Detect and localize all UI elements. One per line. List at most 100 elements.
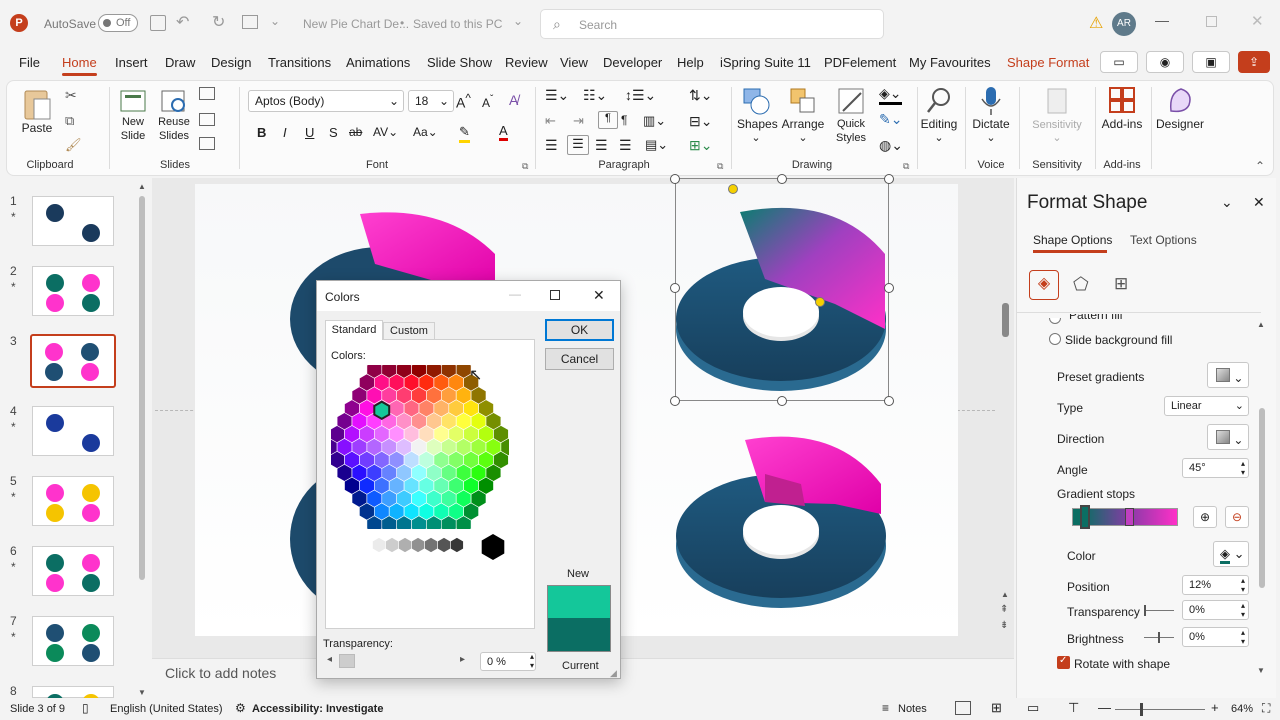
tab-my-favourites[interactable]: My Favourites bbox=[909, 55, 991, 70]
decrease-indent-icon[interactable]: ⇤ bbox=[545, 113, 556, 129]
zoom-slider[interactable] bbox=[1115, 703, 1205, 716]
zoom-slider-thumb[interactable] bbox=[1140, 703, 1143, 716]
tab-help[interactable]: Help bbox=[677, 55, 704, 70]
tab-slide-show[interactable]: Slide Show bbox=[427, 55, 492, 70]
customize-toolbar-icon[interactable]: ⌄ bbox=[270, 14, 280, 28]
scroll-up-icon[interactable]: ▲ bbox=[138, 182, 146, 191]
tab-ispring[interactable]: iSpring Suite 11 bbox=[720, 55, 811, 70]
sensitivity-button[interactable]: Sensitivity ⌄ bbox=[1025, 85, 1089, 144]
scroll-thumb[interactable] bbox=[139, 196, 145, 580]
slide-thumbnail[interactable] bbox=[32, 546, 114, 596]
shadow-icon[interactable]: S bbox=[329, 125, 338, 140]
zoom-out-icon[interactable]: — bbox=[1098, 700, 1111, 715]
slide-thumbnail[interactable] bbox=[32, 686, 114, 720]
clear-formatting-icon[interactable]: A̸ bbox=[509, 92, 518, 108]
copy-icon[interactable]: ⧉ bbox=[65, 113, 74, 129]
selection-box[interactable] bbox=[675, 178, 889, 401]
canvas-scrollbar-thumb[interactable] bbox=[1002, 303, 1009, 337]
adjust-handle[interactable] bbox=[815, 297, 825, 307]
redo-icon[interactable]: ↻ bbox=[212, 12, 225, 32]
slide-background-fill-radio[interactable] bbox=[1049, 333, 1061, 345]
panel-close-icon[interactable]: ✕ bbox=[1253, 194, 1265, 211]
slide-thumbnail[interactable] bbox=[30, 334, 116, 388]
scroll-up-icon[interactable]: ▲ bbox=[1257, 320, 1265, 329]
arrange-button[interactable]: Arrange ⌄ bbox=[781, 85, 825, 144]
transparency-slider[interactable] bbox=[337, 654, 463, 668]
collapse-ribbon-icon[interactable]: ⌃ bbox=[1255, 159, 1265, 173]
justify-icon[interactable]: ☰ bbox=[619, 137, 632, 154]
resize-handle[interactable] bbox=[670, 396, 680, 406]
gray-swatch[interactable] bbox=[372, 537, 386, 553]
panel-options-chevron-icon[interactable]: ⌄ bbox=[1221, 194, 1233, 211]
rotate-with-shape-checkbox[interactable]: ✓ bbox=[1057, 655, 1070, 669]
tab-pdfelement[interactable]: PDFelement bbox=[824, 55, 896, 70]
tab-design[interactable]: Design bbox=[211, 55, 251, 70]
editing-button[interactable]: Editing ⌄ bbox=[919, 85, 959, 144]
angle-input[interactable]: 45° ▴ ▾ bbox=[1182, 458, 1249, 478]
shape-fill-icon[interactable]: ◈⌄ bbox=[879, 85, 902, 105]
color-hexagon-wheel[interactable] bbox=[331, 365, 509, 529]
slide-thumbnail[interactable] bbox=[32, 406, 114, 456]
tab-standard[interactable]: Standard bbox=[325, 320, 383, 340]
ok-button[interactable]: OK bbox=[545, 319, 614, 341]
notes-button[interactable]: Notes bbox=[898, 703, 927, 715]
resize-grip-icon[interactable]: ◢ bbox=[610, 668, 617, 679]
tab-insert[interactable]: Insert bbox=[115, 55, 148, 70]
paste-button[interactable]: Paste bbox=[17, 87, 57, 135]
align-right-icon[interactable]: ☰ bbox=[595, 137, 608, 154]
resize-handle[interactable] bbox=[670, 283, 680, 293]
cancel-button[interactable]: Cancel bbox=[545, 348, 614, 370]
slide-thumbnail[interactable] bbox=[32, 616, 114, 666]
italic-icon[interactable]: I bbox=[283, 125, 287, 140]
tab-text-options[interactable]: Text Options bbox=[1130, 233, 1197, 247]
smartart-icon[interactable]: ⊞⌄ bbox=[689, 137, 712, 154]
size-properties-icon[interactable]: ⊞ bbox=[1114, 274, 1128, 294]
gray-swatch[interactable] bbox=[411, 537, 425, 553]
numbering-icon[interactable]: ☷⌄ bbox=[583, 87, 607, 104]
tab-home[interactable]: Home bbox=[62, 55, 97, 76]
resize-handle[interactable] bbox=[884, 174, 894, 184]
shape-effects-icon[interactable]: ◍⌄ bbox=[879, 137, 903, 154]
font-dialog-launcher-icon[interactable]: ⧉ bbox=[522, 161, 528, 172]
shape-outline-icon[interactable]: ✎⌄ bbox=[879, 111, 902, 128]
selected-color-marker[interactable] bbox=[373, 400, 391, 421]
slide-thumbnail[interactable] bbox=[32, 476, 114, 526]
resize-handle[interactable] bbox=[884, 396, 894, 406]
dialog-minimize-icon[interactable]: — bbox=[509, 287, 521, 301]
quick-styles-button[interactable]: Quick Styles bbox=[829, 85, 873, 145]
language[interactable]: English (United States) bbox=[110, 703, 223, 715]
reading-view-icon[interactable]: ▭ bbox=[1027, 700, 1039, 716]
add-gradient-stop-icon[interactable]: ⊕ bbox=[1193, 506, 1217, 528]
resize-handle[interactable] bbox=[884, 283, 894, 293]
next-slide-icon[interactable]: ⇟ bbox=[1000, 620, 1008, 631]
resize-handle[interactable] bbox=[777, 174, 787, 184]
preset-gradients-button[interactable]: ⌄ bbox=[1207, 362, 1249, 388]
tab-transitions[interactable]: Transitions bbox=[268, 55, 331, 70]
gray-swatch[interactable] bbox=[398, 537, 412, 553]
increase-font-icon[interactable]: A^ bbox=[456, 92, 471, 111]
font-size-select[interactable]: 18 ⌄ bbox=[408, 90, 454, 112]
format-painter-icon[interactable]: 🖌 bbox=[65, 137, 82, 153]
thumbnail-scrollbar[interactable]: ▲ ▼ bbox=[138, 182, 146, 697]
paragraph-dialog-launcher-icon[interactable]: ⧉ bbox=[717, 161, 723, 172]
line-spacing-icon[interactable]: ↕☰⌄ bbox=[625, 87, 656, 104]
gray-swatch[interactable] bbox=[424, 537, 438, 553]
align-text-icon[interactable]: ⊟⌄ bbox=[689, 113, 712, 130]
bold-icon[interactable]: B bbox=[257, 125, 266, 140]
transparency-value-input[interactable]: 0 % ▴ ▾ bbox=[480, 652, 536, 671]
gray-swatch[interactable] bbox=[450, 537, 464, 553]
increase-indent-icon[interactable]: ⇥ bbox=[573, 113, 584, 129]
reset-icon[interactable] bbox=[199, 113, 215, 126]
slide-thumbnail[interactable] bbox=[32, 266, 114, 316]
adjust-handle[interactable] bbox=[728, 184, 738, 194]
close-icon[interactable]: ✕ bbox=[1251, 12, 1264, 30]
pattern-fill-radio[interactable] bbox=[1049, 318, 1061, 324]
scroll-left-icon[interactable]: ◂ bbox=[327, 654, 332, 665]
autosave-toggle[interactable]: Off bbox=[98, 14, 138, 32]
gray-swatch[interactable] bbox=[437, 537, 451, 553]
brightness-input[interactable]: 0% ▴ ▾ bbox=[1182, 627, 1249, 647]
cut-icon[interactable]: ✂ bbox=[65, 87, 77, 104]
remove-gradient-stop-icon[interactable]: ⊖ bbox=[1225, 506, 1249, 528]
effects-icon[interactable]: ⬠ bbox=[1073, 274, 1089, 295]
zoom-level[interactable]: 64% bbox=[1231, 703, 1253, 715]
